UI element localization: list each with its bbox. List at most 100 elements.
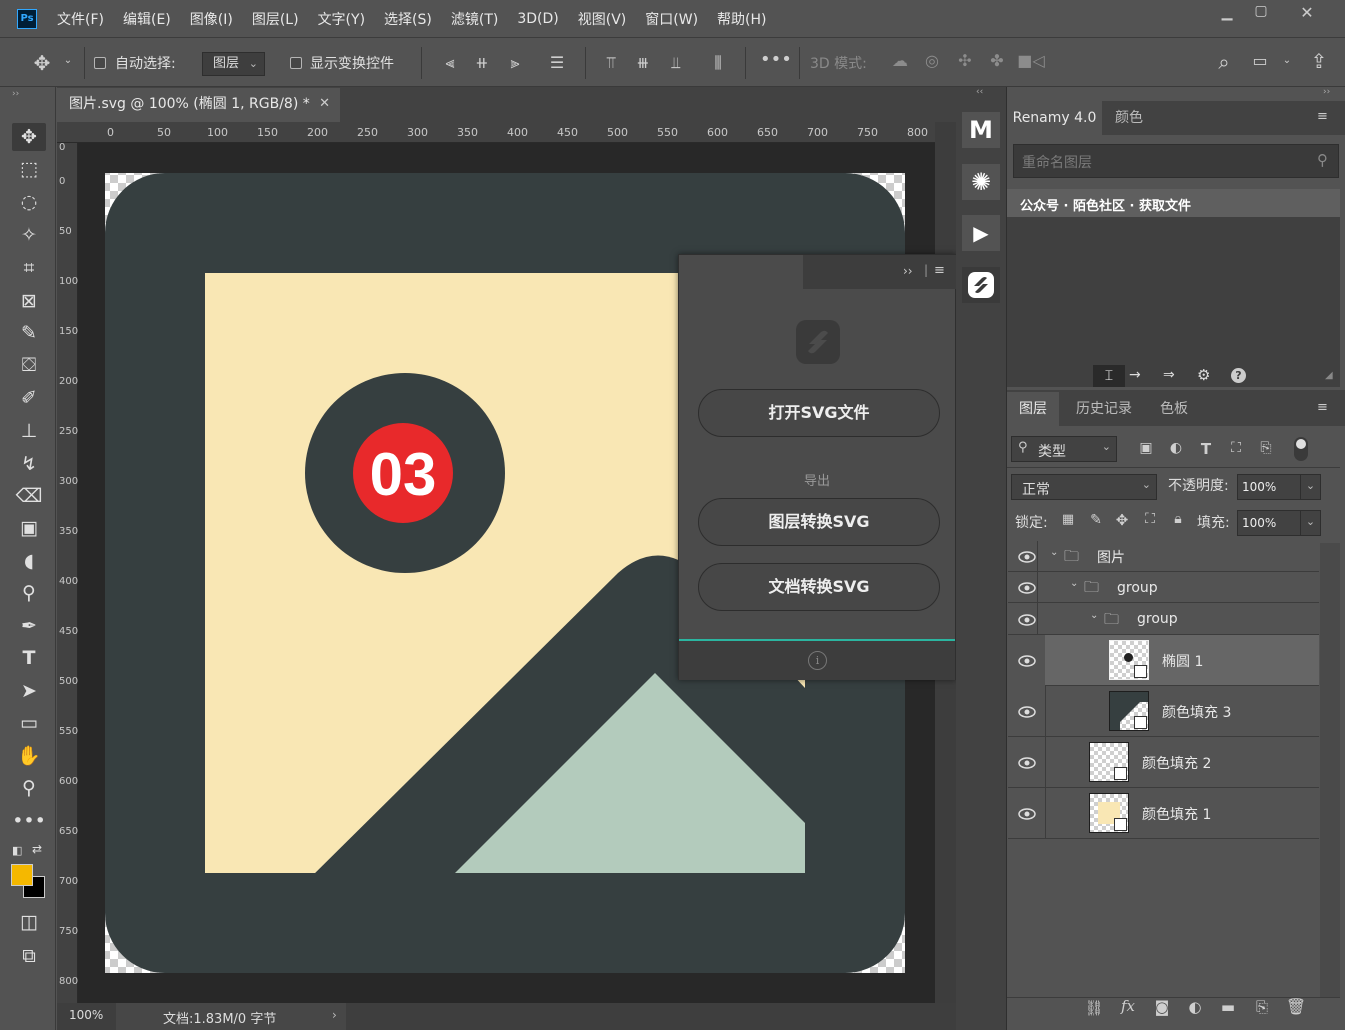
chevron-down-icon[interactable]: ⌄	[1050, 547, 1058, 558]
search-icon[interactable]: ⌕	[1211, 50, 1237, 74]
chevron-down-icon[interactable]: ⌄	[62, 55, 74, 66]
crop-tool-icon[interactable]: ⌗	[12, 254, 46, 282]
frame-tool-icon[interactable]: ⊠	[12, 287, 46, 315]
help-icon[interactable]: ?	[1231, 368, 1246, 383]
collapse-icon[interactable]: ››	[903, 264, 913, 278]
layer-row[interactable]: 颜色填充 1	[1008, 788, 1319, 839]
collapse-dock-icon[interactable]: ‹‹	[976, 87, 983, 97]
tab-swatches[interactable]: 色板	[1151, 392, 1197, 426]
gear-icon[interactable]: ⚙	[1197, 366, 1210, 384]
opacity-input[interactable]: 100% ⌄	[1237, 474, 1321, 500]
layer-row[interactable]: ⌄ 🗀 group	[1008, 572, 1319, 603]
delete-layer-icon[interactable]: 🗑︎	[1285, 997, 1307, 1016]
rectangle-tool-icon[interactable]: ▭	[12, 709, 46, 737]
menu-filter[interactable]: 滤镜(T)	[451, 9, 498, 29]
open-svg-button[interactable]: 打开SVG文件	[698, 389, 940, 437]
align-right-icon[interactable]: ⫸	[505, 53, 525, 73]
layer-row[interactable]: ⌄ 🗀 group	[1008, 603, 1319, 635]
align-top-icon[interactable]: ⫪	[601, 53, 621, 73]
move-tool-icon[interactable]: ✥	[30, 51, 54, 75]
layer-name[interactable]: group	[1117, 580, 1158, 596]
filter-type-icon[interactable]: T	[1197, 440, 1215, 458]
new-layer-icon[interactable]: ⎘	[1251, 998, 1273, 1016]
new-group-icon[interactable]: ▬	[1217, 998, 1239, 1016]
orbit-3d-icon[interactable]: ☁	[888, 51, 912, 70]
swap-colors-icon[interactable]: ⇄	[32, 842, 42, 856]
expand-panels-icon[interactable]: ››	[1323, 87, 1330, 97]
chevron-down-icon[interactable]: ⌄	[1280, 55, 1294, 66]
layer-name[interactable]: 颜色填充 2	[1142, 753, 1211, 773]
chevron-down-icon[interactable]: ⌄	[1300, 475, 1320, 499]
doc-to-svg-button[interactable]: 文档转换SVG	[698, 563, 940, 611]
layer-name[interactable]: 椭圆 1	[1162, 651, 1203, 671]
align-hcenter-icon[interactable]: ⧺	[472, 53, 492, 72]
distribute-icon[interactable]: ☰	[546, 53, 568, 72]
filter-smart-object-icon[interactable]: ⎘	[1257, 440, 1275, 456]
layer-name[interactable]: 图片	[1097, 547, 1125, 567]
menu-3d[interactable]: 3D(D)	[517, 11, 558, 27]
menu-layer[interactable]: 图层(L)	[252, 9, 299, 29]
blend-mode-dropdown[interactable]: 正常 ⌄	[1011, 474, 1157, 500]
menu-edit[interactable]: 编辑(E)	[123, 9, 171, 29]
lock-pixels-icon[interactable]: ✎	[1087, 512, 1105, 528]
fill-input[interactable]: 100% ⌄	[1237, 510, 1321, 536]
pan-3d-icon[interactable]: ✣	[953, 51, 977, 70]
type-tool-icon[interactable]: T	[12, 644, 46, 672]
workspace-icon[interactable]: ▭	[1248, 51, 1272, 70]
layer-row[interactable]: ⌄ 🗀 图片	[1008, 541, 1319, 572]
screen-mode-icon[interactable]: ⧉	[12, 942, 46, 970]
doc-info-box[interactable]: 文档:1.83M/0 字节 ›	[116, 1003, 346, 1030]
menu-select[interactable]: 选择(S)	[384, 9, 432, 29]
rename-icon[interactable]: ⌶	[1093, 365, 1125, 387]
healing-brush-icon[interactable]: ⛋	[12, 351, 46, 379]
align-vcenter-icon[interactable]: ⧻	[633, 53, 653, 72]
resize-grip-icon[interactable]: ◢	[1325, 370, 1333, 381]
chevron-right-icon[interactable]: ›	[332, 1008, 337, 1022]
eyedropper-icon[interactable]: ✎	[12, 319, 46, 347]
chevron-down-icon[interactable]: ⌄	[1070, 578, 1078, 589]
aperture-icon[interactable]: ✺	[962, 164, 1000, 200]
minimize-icon[interactable]: ▁	[1212, 5, 1242, 25]
eye-icon[interactable]	[1018, 757, 1036, 769]
ruler-horizontal[interactable]: 0 50 100 150 200 250 300 350 400 450 500…	[57, 122, 935, 143]
tab-history[interactable]: 历史记录	[1064, 392, 1144, 426]
auto-select-checkbox[interactable]	[94, 57, 106, 69]
hand-tool-icon[interactable]: ✋	[12, 742, 46, 770]
menu-window[interactable]: 窗口(W)	[645, 9, 698, 29]
align-bottom-icon[interactable]: ⫫	[666, 53, 686, 73]
rename-input[interactable]: 重命名图层 ⚲	[1013, 144, 1339, 178]
lock-position-icon[interactable]: ✥	[1113, 511, 1131, 529]
eraser-tool-icon[interactable]: ⌫	[12, 482, 46, 510]
menu-file[interactable]: 文件(F)	[57, 9, 104, 29]
adjustment-layer-icon[interactable]: ◐	[1184, 998, 1206, 1016]
panel-menu-icon[interactable]: ≡	[1317, 400, 1328, 415]
show-transform-checkbox[interactable]	[290, 57, 302, 69]
close-icon[interactable]: ✕	[1292, 3, 1322, 23]
filter-shape-icon[interactable]: ⛶	[1227, 440, 1245, 456]
layer-row[interactable]: 颜色填充 3	[1008, 686, 1319, 737]
panel-menu-icon[interactable]: ≡	[934, 263, 945, 278]
search-icon[interactable]: ⚲	[1317, 151, 1328, 169]
magic-wand-icon[interactable]: ✧	[12, 221, 46, 249]
history-brush-icon[interactable]: ↯	[12, 450, 46, 478]
lasso-tool-icon[interactable]: ◌	[12, 188, 46, 216]
document-tab[interactable]: 图片.svg @ 100% (椭圆 1, RGB/8) * ✕	[57, 88, 340, 122]
tab-color[interactable]: 颜色	[1102, 101, 1156, 135]
share-icon[interactable]: ⇪	[1306, 49, 1332, 73]
ruler-vertical[interactable]: 0 0 50 100 150 200 250 300 350 400 450 5…	[57, 143, 78, 1003]
layer-thumbnail[interactable]	[1109, 640, 1149, 680]
tab-layers[interactable]: 图层	[1007, 392, 1059, 426]
layer-row-selected[interactable]: 椭圆 1	[1008, 635, 1319, 686]
tab-renamy[interactable]: Renamy 4.0	[1007, 101, 1102, 135]
slide-3d-icon[interactable]: ✤	[985, 51, 1009, 70]
m-plugin-icon[interactable]: M	[962, 112, 1000, 148]
info-icon[interactable]: i	[808, 651, 827, 670]
layer-to-svg-button[interactable]: 图层转换SVG	[698, 498, 940, 546]
zoom-level[interactable]: 100%	[69, 1008, 103, 1022]
eye-icon[interactable]	[1018, 614, 1036, 626]
svg-plugin-dock-button[interactable]	[962, 267, 1000, 303]
roll-3d-icon[interactable]: ◎	[920, 51, 944, 70]
chevron-down-icon[interactable]: ⌄	[1300, 511, 1320, 535]
layer-thumbnail[interactable]	[1089, 742, 1129, 782]
photoshop-logo[interactable]: Ps	[17, 8, 37, 29]
